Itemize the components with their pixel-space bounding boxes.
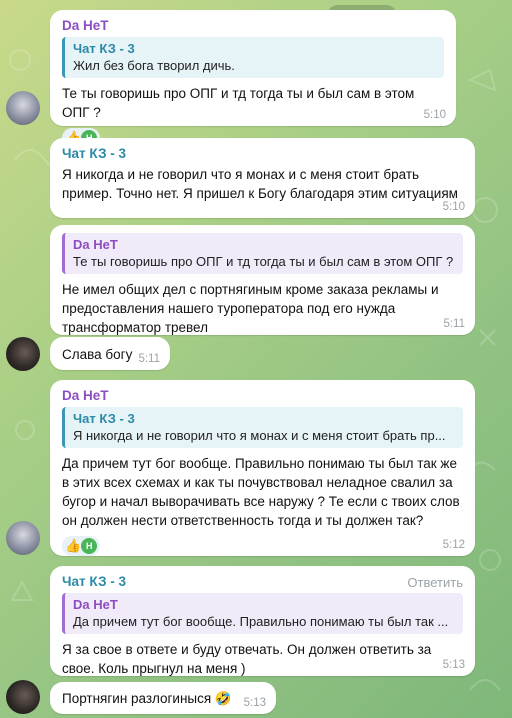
sender-name[interactable]: Чат КЗ - 3 <box>62 146 463 161</box>
reply-text: Я никогда и не говорил что я монах и с м… <box>73 428 446 443</box>
message-text: Портнягин разлогиныся 🤣 <box>62 691 232 706</box>
message-bubble[interactable]: Портнягин разлогиныся 🤣 5:13 <box>50 682 276 714</box>
message-text: Не имел общих дел с портнягиным кроме за… <box>62 282 439 335</box>
reply-quote[interactable]: Da HeT Те ты говоришь про ОПГ и тд тогда… <box>62 233 463 274</box>
reactor-avatar: Н <box>81 538 98 554</box>
message-text: Я за свое в ответе и буду отвечать. Он д… <box>62 642 432 676</box>
message-time: 5:11 <box>443 318 465 330</box>
reply-quote[interactable]: Da HeT Да причем тут бог вообще. Правиль… <box>62 593 463 634</box>
message-time: 5:10 <box>442 201 465 213</box>
message-bubble[interactable]: Da HeT Чат КЗ - 3 Я никогда и не говорил… <box>50 380 475 556</box>
message-text: Те ты говоришь про ОПГ и тд тогда ты и б… <box>62 86 415 120</box>
message-time: 5:13 <box>442 659 465 671</box>
sender-name[interactable]: Da HeT <box>62 388 463 403</box>
avatar[interactable] <box>6 680 40 714</box>
reply-text: Да причем тут бог вообще. Правильно пони… <box>73 614 449 629</box>
reply-button[interactable]: Ответить <box>407 575 463 590</box>
message-bubble[interactable]: Слава богу 5:11 <box>50 337 170 370</box>
reply-sender: Da HeT <box>73 237 118 252</box>
reply-sender: Чат КЗ - 3 <box>73 411 135 426</box>
message-bubble[interactable]: Чат КЗ - 3 Я никогда и не говорил что я … <box>50 138 475 218</box>
thumbs-up-icon: 👍 <box>65 538 82 553</box>
message-text: Да причем тут бог вообще. Правильно пони… <box>62 456 460 528</box>
reply-sender: Чат КЗ - 3 <box>73 41 135 56</box>
message-time: 5:12 <box>442 539 465 551</box>
reply-sender: Da HeT <box>73 597 118 612</box>
message-bubble[interactable]: Чат КЗ - 3 Ответить Da HeT Да причем тут… <box>50 566 475 676</box>
sender-name[interactable]: Da HeT <box>62 18 444 33</box>
avatar[interactable] <box>6 521 40 555</box>
reply-quote[interactable]: Чат КЗ - 3 Я никогда и не говорил что я … <box>62 407 463 448</box>
reply-text: Те ты говоришь про ОПГ и тд тогда ты и б… <box>73 254 454 269</box>
message-text: Я никогда и не говорил что я монах и с м… <box>62 167 458 201</box>
reply-text: Жил без бога творил дичь. <box>73 58 235 73</box>
message-bubble[interactable]: Da HeT Чат КЗ - 3 Жил без бога творил ди… <box>50 10 456 148</box>
message-bubble[interactable]: Da HeT Те ты говоришь про ОПГ и тд тогда… <box>50 225 475 335</box>
message-time: 5:13 <box>243 697 266 709</box>
message-time: 5:11 <box>138 353 160 365</box>
message-time: 5:10 <box>423 109 446 121</box>
avatar[interactable] <box>6 337 40 371</box>
avatar[interactable] <box>6 91 40 125</box>
sender-name[interactable]: Чат КЗ - 3 <box>62 574 463 589</box>
reactions: 👍 Н <box>62 536 463 556</box>
reply-quote[interactable]: Чат КЗ - 3 Жил без бога творил дичь. <box>62 37 444 78</box>
reaction-thumbs-up[interactable]: 👍 Н <box>62 536 101 556</box>
